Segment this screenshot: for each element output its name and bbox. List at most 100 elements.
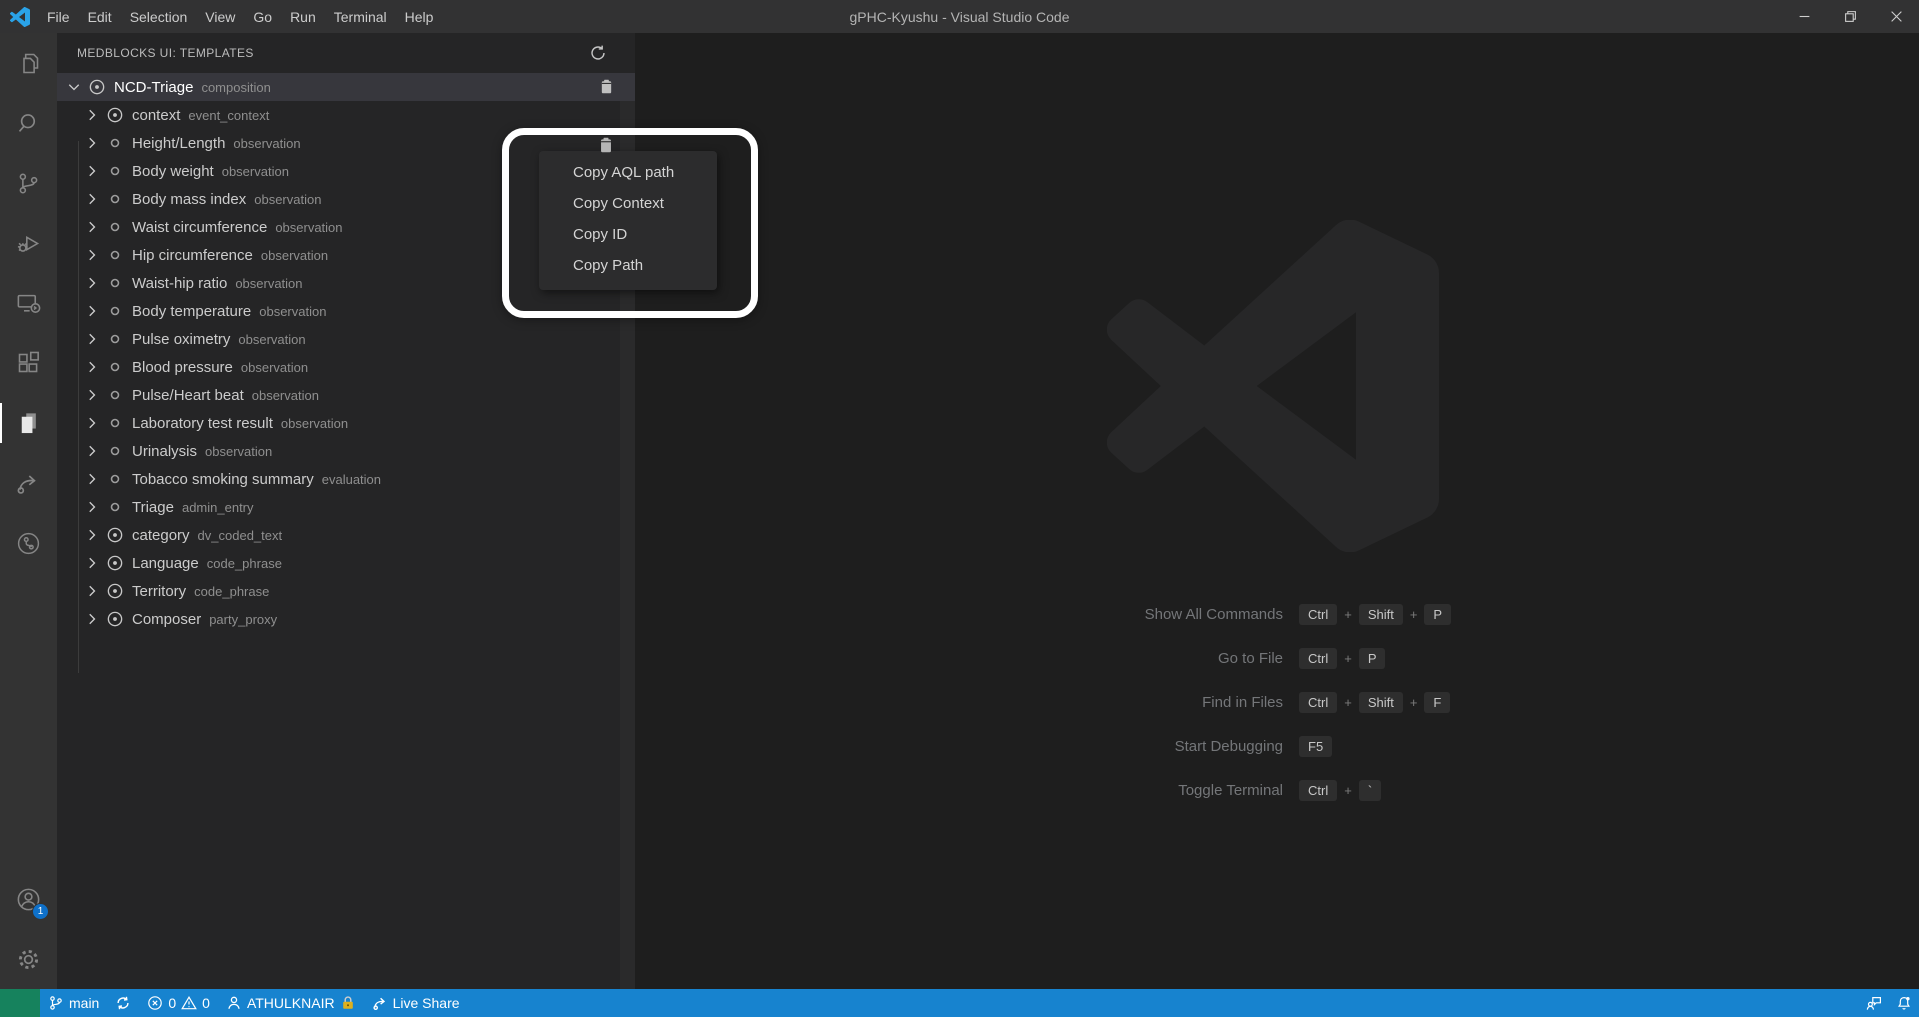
status-bar-right: [1859, 989, 1919, 1017]
tree-item-type: observation: [281, 416, 348, 431]
chevron-right-icon[interactable]: [83, 106, 101, 124]
menu-item-run[interactable]: Run: [281, 0, 325, 33]
status-live-share-text: Live Share: [393, 995, 460, 1011]
chevron-right-icon[interactable]: [83, 330, 101, 348]
circle-dot-icon: [106, 526, 124, 544]
activity-item-explorer[interactable]: [0, 33, 57, 93]
chevron-right-icon[interactable]: [83, 302, 101, 320]
close-button[interactable]: [1873, 0, 1919, 33]
chevron-right-icon[interactable]: [83, 134, 101, 152]
clipboard-icon[interactable]: [597, 136, 615, 154]
status-feedback[interactable]: [1859, 989, 1889, 1017]
status-problems[interactable]: 00: [139, 989, 218, 1017]
tree-item-type: observation: [233, 136, 300, 151]
context-menu-item-copy-path[interactable]: Copy Path: [539, 250, 717, 281]
git-graph-icon: [15, 530, 42, 557]
chevron-right-icon[interactable]: [83, 358, 101, 376]
context-menu-item-copy-context[interactable]: Copy Context: [539, 188, 717, 219]
context-menu-item-copy-id[interactable]: Copy ID: [539, 219, 717, 250]
menu-item-edit[interactable]: Edit: [79, 0, 121, 33]
tree-item[interactable]: Urinalysisobservation: [57, 437, 635, 465]
key-cap: `: [1359, 780, 1381, 801]
activity-item-git-graph[interactable]: [0, 513, 57, 573]
tree-item-type: dv_coded_text: [198, 528, 283, 543]
status-account[interactable]: ATHULKNAIR: [218, 989, 364, 1017]
menu-item-file[interactable]: File: [38, 0, 79, 33]
chevron-right-icon[interactable]: [83, 554, 101, 572]
chevron-right-icon[interactable]: [83, 526, 101, 544]
menu-item-terminal[interactable]: Terminal: [325, 0, 396, 33]
tree-item-name: Body mass index: [132, 191, 246, 208]
tree-item[interactable]: Pulse oximetryobservation: [57, 325, 635, 353]
tree-item[interactable]: Tobacco smoking summaryevaluation: [57, 465, 635, 493]
shortcut-keys: Ctrl+P: [1299, 648, 1451, 669]
tree-item-name: NCD-Triage: [114, 79, 193, 96]
chevron-right-icon[interactable]: [83, 498, 101, 516]
tree-item[interactable]: Blood pressureobservation: [57, 353, 635, 381]
activity-item-live-share[interactable]: [0, 453, 57, 513]
tree-item[interactable]: Languagecode_phrase: [57, 549, 635, 577]
tree-item[interactable]: category dv_coded_text: [57, 521, 635, 549]
chevron-right-icon[interactable]: [83, 610, 101, 628]
activity-item-run-and-debug[interactable]: [0, 213, 57, 273]
status-git-branch[interactable]: main: [40, 989, 107, 1017]
tree-item-name: category: [132, 527, 190, 544]
circle-dot-icon: [106, 610, 124, 628]
chevron-right-icon[interactable]: [83, 274, 101, 292]
activity-item-source-control[interactable]: [0, 153, 57, 213]
activity-item-extensions[interactable]: [0, 333, 57, 393]
tree-item-type: observation: [205, 444, 272, 459]
tree-item[interactable]: Laboratory test resultobservation: [57, 409, 635, 437]
tree-item-name: Triage: [132, 499, 174, 516]
tree-item[interactable]: NCD-Triagecomposition: [57, 73, 635, 101]
minimize-button[interactable]: [1781, 0, 1827, 33]
activity-item-accounts[interactable]: 1: [0, 869, 57, 929]
tree-item-name: Pulse/Heart beat: [132, 387, 244, 404]
source-control-icon: [15, 170, 42, 197]
key-cap: F: [1424, 692, 1450, 713]
chevron-right-icon[interactable]: [83, 190, 101, 208]
activity-item-search[interactable]: [0, 93, 57, 153]
status-sync[interactable]: [107, 989, 139, 1017]
tree-item[interactable]: contextevent_context: [57, 101, 635, 129]
tree-item[interactable]: Body temperature observation: [57, 297, 635, 325]
tree-item-name: Body weight: [132, 163, 214, 180]
chevron-right-icon[interactable]: [83, 414, 101, 432]
menu-item-selection[interactable]: Selection: [121, 0, 197, 33]
tree-item[interactable]: Territorycode_phrase: [57, 577, 635, 605]
tree-item-type: observation: [259, 304, 326, 319]
activity-item-medblocks-templates[interactable]: [0, 393, 57, 453]
circle-icon: [106, 218, 124, 236]
tree-item[interactable]: Composerparty_proxy: [57, 605, 635, 633]
circle-dot-icon: [88, 78, 106, 96]
chevron-right-icon[interactable]: [83, 470, 101, 488]
tree-item[interactable]: Pulse/Heart beatobservation: [57, 381, 635, 409]
tree-item-type: code_phrase: [207, 556, 282, 571]
remote-explorer-icon: [15, 290, 42, 317]
menu-item-view[interactable]: View: [196, 0, 244, 33]
status-notifications[interactable]: [1889, 989, 1919, 1017]
tree-item-name: Body temperature: [132, 303, 251, 320]
activity-item-settings[interactable]: [0, 929, 57, 989]
status-live-share[interactable]: Live Share: [364, 989, 468, 1017]
tree-item[interactable]: Triageadmin_entry: [57, 493, 635, 521]
menu-item-go[interactable]: Go: [244, 0, 281, 33]
status-remote-indicator[interactable]: [0, 989, 40, 1017]
activity-bar-top: [0, 33, 57, 573]
chevron-right-icon[interactable]: [83, 582, 101, 600]
minimize-icon: [1798, 10, 1811, 23]
chevron-right-icon[interactable]: [83, 386, 101, 404]
clipboard-icon[interactable]: [598, 78, 615, 95]
chevron-right-icon[interactable]: [83, 246, 101, 264]
chevron-right-icon[interactable]: [83, 442, 101, 460]
menu-item-help[interactable]: Help: [396, 0, 443, 33]
chevron-down-icon[interactable]: [65, 78, 83, 96]
activity-item-remote-explorer[interactable]: [0, 273, 57, 333]
restore-button[interactable]: [1827, 0, 1873, 33]
chevron-right-icon[interactable]: [83, 218, 101, 236]
context-menu-item-copy-aql-path[interactable]: Copy AQL path: [539, 157, 717, 188]
chevron-right-icon[interactable]: [83, 162, 101, 180]
refresh-icon[interactable]: [589, 44, 607, 62]
shortcut-label: Show All Commands: [1015, 606, 1283, 623]
activity-bar-bottom: 1: [0, 869, 57, 989]
